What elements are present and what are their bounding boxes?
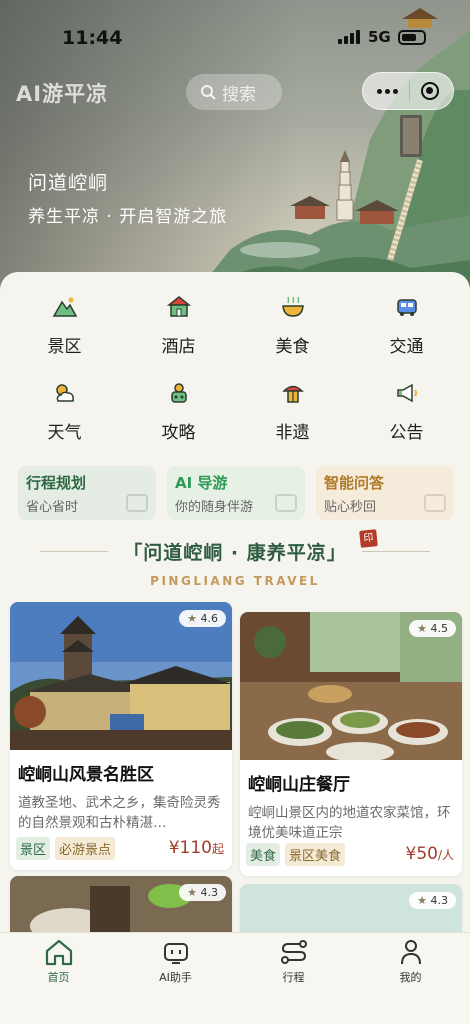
tab-profile[interactable]: 我的 bbox=[352, 937, 469, 985]
weather-icon bbox=[55, 384, 74, 402]
scenic-photo: ★ 4.6 bbox=[10, 602, 232, 750]
tab-home[interactable]: 首页 bbox=[0, 937, 117, 985]
category-guide[interactable]: 攻略 bbox=[120, 380, 237, 443]
status-bar: 11:44 5G bbox=[0, 0, 470, 60]
battery-icon bbox=[398, 30, 426, 45]
home-icon bbox=[45, 939, 72, 966]
star-icon: ★ bbox=[417, 894, 427, 907]
category-food[interactable]: 美食 bbox=[234, 294, 351, 357]
chat-icon bbox=[424, 494, 446, 512]
category-weather[interactable]: 天气 bbox=[6, 380, 123, 443]
card-title: 崆峒山风景名胜区 bbox=[18, 765, 154, 785]
map-icon bbox=[126, 494, 148, 512]
megaphone-icon bbox=[396, 383, 417, 403]
tag-food: 美食 bbox=[246, 843, 281, 866]
rating-badge: ★ 4.3 bbox=[179, 884, 226, 901]
hero-subtitle: 养生平凉 · 开启智游之旅 bbox=[28, 207, 228, 227]
category-heritage[interactable]: 非遗 bbox=[234, 380, 351, 443]
star-icon: ★ bbox=[187, 612, 197, 625]
rating-badge: ★ 4.6 bbox=[179, 610, 226, 627]
card-kongtong-scenic[interactable]: ★ 4.6 崆峒山风景名胜区 道教圣地、武术之乡，集奇险灵秀的自然景观和古朴精湛… bbox=[10, 602, 232, 870]
hero-title: 问道崆峒 bbox=[28, 172, 109, 194]
card-photo: ★ 4.3 bbox=[240, 884, 462, 932]
search-icon bbox=[201, 85, 216, 100]
seal-stamp: 印 bbox=[359, 529, 378, 548]
heritage-icon bbox=[281, 385, 304, 403]
category-scenic[interactable]: 景区 bbox=[6, 294, 123, 357]
rating-badge: ★ 4.3 bbox=[409, 892, 456, 909]
tab-itinerary[interactable]: 行程 bbox=[235, 937, 352, 985]
card-price: ¥50/人 bbox=[405, 844, 455, 864]
tag-scenic: 景区 bbox=[16, 837, 51, 860]
more-icon[interactable] bbox=[376, 88, 398, 94]
card-partial-1[interactable]: ★ 4.3 bbox=[10, 876, 232, 932]
feature-smart-qa[interactable]: 智能问答 贴心秒回 bbox=[316, 466, 454, 520]
food-bowl-icon bbox=[281, 296, 304, 317]
star-icon: ★ bbox=[187, 886, 197, 899]
slogan-english: PINGLIANG TRAVEL bbox=[150, 574, 320, 588]
category-notice[interactable]: 公告 bbox=[348, 380, 465, 443]
card-partial-2[interactable]: ★ 4.3 bbox=[240, 884, 462, 932]
app-title: AI游平凉 bbox=[16, 82, 109, 106]
feature-ai-guide[interactable]: AI 导游 你的随身伴游 bbox=[167, 466, 305, 520]
signal-icon bbox=[338, 30, 360, 44]
user-icon bbox=[400, 940, 421, 965]
card-description: 道教圣地、武术之乡，集奇险灵秀的自然景观和古朴精湛… bbox=[18, 795, 221, 831]
main-panel: 景区 酒店 美食 交通 天气 攻略 非遗 公告 行程规划 省心省时 AI 导游 … bbox=[0, 272, 470, 932]
restaurant-photo: ★ 4.5 bbox=[240, 612, 462, 760]
category-hotel[interactable]: 酒店 bbox=[120, 294, 237, 357]
category-transport[interactable]: 交通 bbox=[348, 294, 465, 357]
rating-badge: ★ 4.5 bbox=[409, 620, 456, 637]
card-title: 崆峒山庄餐厅 bbox=[248, 775, 350, 795]
bottom-tab-bar: 首页 AI助手 行程 我的 bbox=[0, 932, 470, 1024]
tag-scenic-food: 景区美食 bbox=[285, 843, 346, 866]
robot-icon bbox=[275, 494, 297, 512]
hero-banner: 11:44 5G AI游平凉 搜索 问道崆峒 养生平凉 · 开启智游之旅 bbox=[0, 0, 470, 300]
feature-cards: 行程规划 省心省时 AI 导游 你的随身伴游 智能问答 贴心秒回 bbox=[18, 466, 454, 520]
route-icon bbox=[280, 940, 307, 964]
card-price: ¥110起 bbox=[168, 838, 224, 858]
slogan-banner: 「问道崆峒 · 康养平凉」 印 PINGLIANG TRAVEL bbox=[0, 529, 470, 594]
slogan-text: 「问道崆峒 · 康养平凉」 bbox=[123, 542, 347, 564]
robot-icon bbox=[163, 943, 188, 964]
card-kongtong-restaurant[interactable]: ★ 4.5 崆峒山庄餐厅 崆峒山景区内的地道农家菜馆，环境优美味道正宗 美食 景… bbox=[240, 612, 462, 876]
hotel-icon bbox=[166, 296, 191, 317]
feature-trip-planning[interactable]: 行程规划 省心省时 bbox=[18, 466, 156, 520]
close-miniapp-icon[interactable] bbox=[421, 82, 440, 100]
food-photo: ★ 4.3 bbox=[10, 876, 232, 932]
status-time: 11:44 bbox=[62, 27, 123, 49]
card-description: 崆峒山景区内的地道农家菜馆，环境优美味道正宗 bbox=[248, 805, 451, 841]
search-placeholder: 搜索 bbox=[222, 84, 256, 105]
tab-ai-assistant[interactable]: AI助手 bbox=[117, 937, 234, 985]
miniapp-capsule[interactable] bbox=[362, 72, 454, 110]
tag-must-visit: 必游景点 bbox=[55, 837, 116, 860]
network-type: 5G bbox=[368, 28, 391, 46]
star-icon: ★ bbox=[417, 622, 427, 635]
bus-icon bbox=[396, 299, 417, 316]
mountain-icon bbox=[52, 297, 77, 317]
search-bar[interactable]: 搜索 bbox=[186, 74, 282, 110]
guide-icon bbox=[170, 383, 187, 403]
